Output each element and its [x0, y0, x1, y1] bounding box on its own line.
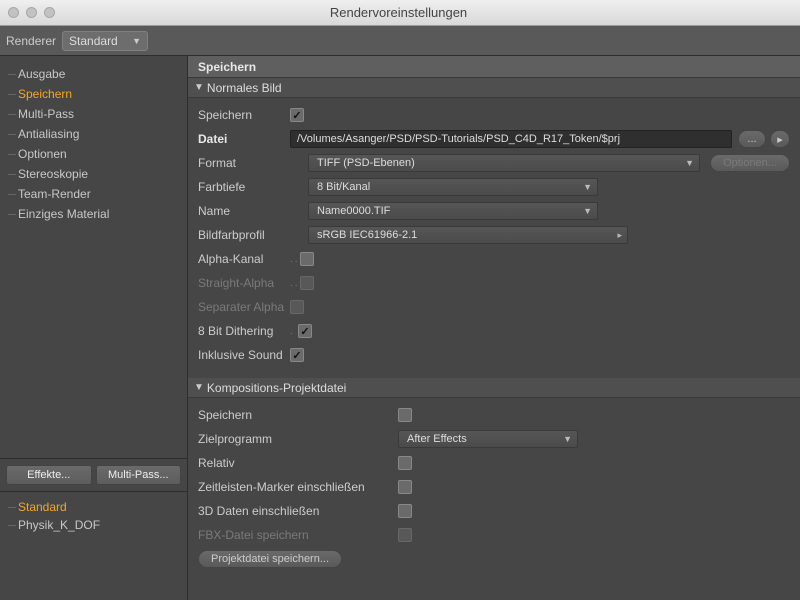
straight-alpha-checkbox — [300, 276, 314, 290]
sidebar-item-multipass[interactable]: Multi-Pass — [0, 104, 187, 124]
separate-alpha-checkbox — [290, 300, 304, 314]
close-window-button[interactable] — [8, 7, 19, 18]
marker-checkbox[interactable] — [398, 480, 412, 494]
renderer-value: Standard — [69, 34, 118, 48]
panel-title: Speichern — [188, 56, 800, 78]
alpha-label: Alpha-Kanal — [198, 252, 290, 266]
preset-standard[interactable]: Standard — [0, 498, 187, 516]
settings-tree: Ausgabe Speichern Multi-Pass Antialiasin… — [0, 56, 187, 458]
file-label: Datei — [198, 132, 290, 146]
relative-checkbox[interactable] — [398, 456, 412, 470]
sidebar-item-antialiasing[interactable]: Antialiasing — [0, 124, 187, 144]
format-dropdown[interactable]: TIFF (PSD-Ebenen) ▼ — [308, 154, 700, 172]
window-title: Rendervoreinstellungen — [55, 5, 742, 20]
group-komposition[interactable]: ▼ Kompositions-Projektdatei — [188, 378, 800, 398]
alpha-checkbox[interactable] — [300, 252, 314, 266]
sidebar-item-stereoskopie[interactable]: Stereoskopie — [0, 164, 187, 184]
format-label: Format — [198, 156, 290, 170]
renderer-label: Renderer — [6, 34, 56, 48]
target-dropdown[interactable]: After Effects ▼ — [398, 430, 578, 448]
group1-form: Speichern Datei ... ▸ Format TIFF (PSD-E… — [188, 98, 800, 378]
effects-button[interactable]: Effekte... — [6, 465, 92, 485]
straight-alpha-label: Straight-Alpha — [198, 276, 290, 290]
save-checkbox[interactable] — [290, 108, 304, 122]
preset-physik[interactable]: Physik_K_DOF — [0, 516, 187, 534]
sound-checkbox[interactable] — [290, 348, 304, 362]
depth-label: Farbtiefe — [198, 180, 290, 194]
file-path-input[interactable] — [290, 130, 732, 148]
name-label: Name — [198, 204, 290, 218]
sidebar-buttons: Effekte... Multi-Pass... — [0, 458, 187, 491]
disclosure-triangle-icon: ▼ — [194, 382, 204, 393]
renderer-dropdown[interactable]: Standard ▼ — [62, 31, 148, 51]
disclosure-triangle-icon: ▼ — [194, 82, 204, 93]
sidebar-item-speichern[interactable]: Speichern — [0, 84, 187, 104]
chevron-right-icon: ▸ — [617, 230, 622, 241]
sound-label: Inklusive Sound — [198, 348, 290, 362]
sidebar: Ausgabe Speichern Multi-Pass Antialiasin… — [0, 56, 188, 600]
titlebar: Rendervoreinstellungen — [0, 0, 800, 26]
window-controls — [8, 7, 55, 18]
chevron-down-icon: ▼ — [685, 158, 694, 168]
dither-label: 8 Bit Dithering — [198, 324, 290, 338]
marker-label: Zeitleisten-Marker einschließen — [198, 480, 398, 494]
comp-save-checkbox[interactable] — [398, 408, 412, 422]
depth-dropdown[interactable]: 8 Bit/Kanal ▼ — [308, 178, 598, 196]
relative-label: Relativ — [198, 456, 398, 470]
sidebar-item-einzigesmaterial[interactable]: Einziges Material — [0, 204, 187, 224]
chevron-right-icon: ▸ — [777, 133, 783, 146]
chevron-down-icon: ▼ — [583, 206, 592, 216]
path-menu-button[interactable]: ▸ — [770, 130, 790, 148]
toolbar: Renderer Standard ▼ — [0, 26, 800, 56]
sidebar-item-ausgabe[interactable]: Ausgabe — [0, 64, 187, 84]
chevron-down-icon: ▼ — [132, 36, 141, 46]
profile-label: Bildfarbprofil — [198, 228, 290, 242]
multipass-button[interactable]: Multi-Pass... — [96, 465, 182, 485]
fbx-checkbox — [398, 528, 412, 542]
group-normales-bild[interactable]: ▼ Normales Bild — [188, 78, 800, 98]
separate-alpha-label: Separater Alpha — [198, 300, 290, 314]
content-panel: Speichern ▼ Normales Bild Speichern Date… — [188, 56, 800, 600]
fbx-label: FBX-Datei speichern — [198, 528, 398, 542]
browse-button[interactable]: ... — [738, 130, 766, 148]
chevron-down-icon: ▼ — [563, 434, 572, 444]
save-label: Speichern — [198, 108, 290, 122]
preset-list: Standard Physik_K_DOF — [0, 491, 187, 540]
save-project-button[interactable]: Projektdatei speichern... — [198, 550, 342, 568]
target-label: Zielprogramm — [198, 432, 398, 446]
comp-save-label: Speichern — [198, 408, 398, 422]
dither-checkbox[interactable] — [298, 324, 312, 338]
data3d-label: 3D Daten einschließen — [198, 504, 398, 518]
profile-dropdown[interactable]: sRGB IEC61966-2.1 ▸ — [308, 226, 628, 244]
name-dropdown[interactable]: Name0000.TIF ▼ — [308, 202, 598, 220]
format-options-button[interactable]: Optionen... — [710, 154, 790, 172]
zoom-window-button[interactable] — [44, 7, 55, 18]
chevron-down-icon: ▼ — [583, 182, 592, 192]
group2-form: Speichern Zielprogramm After Effects ▼ R… — [188, 398, 800, 582]
data3d-checkbox[interactable] — [398, 504, 412, 518]
sidebar-item-optionen[interactable]: Optionen — [0, 144, 187, 164]
sidebar-item-teamrender[interactable]: Team-Render — [0, 184, 187, 204]
minimize-window-button[interactable] — [26, 7, 37, 18]
